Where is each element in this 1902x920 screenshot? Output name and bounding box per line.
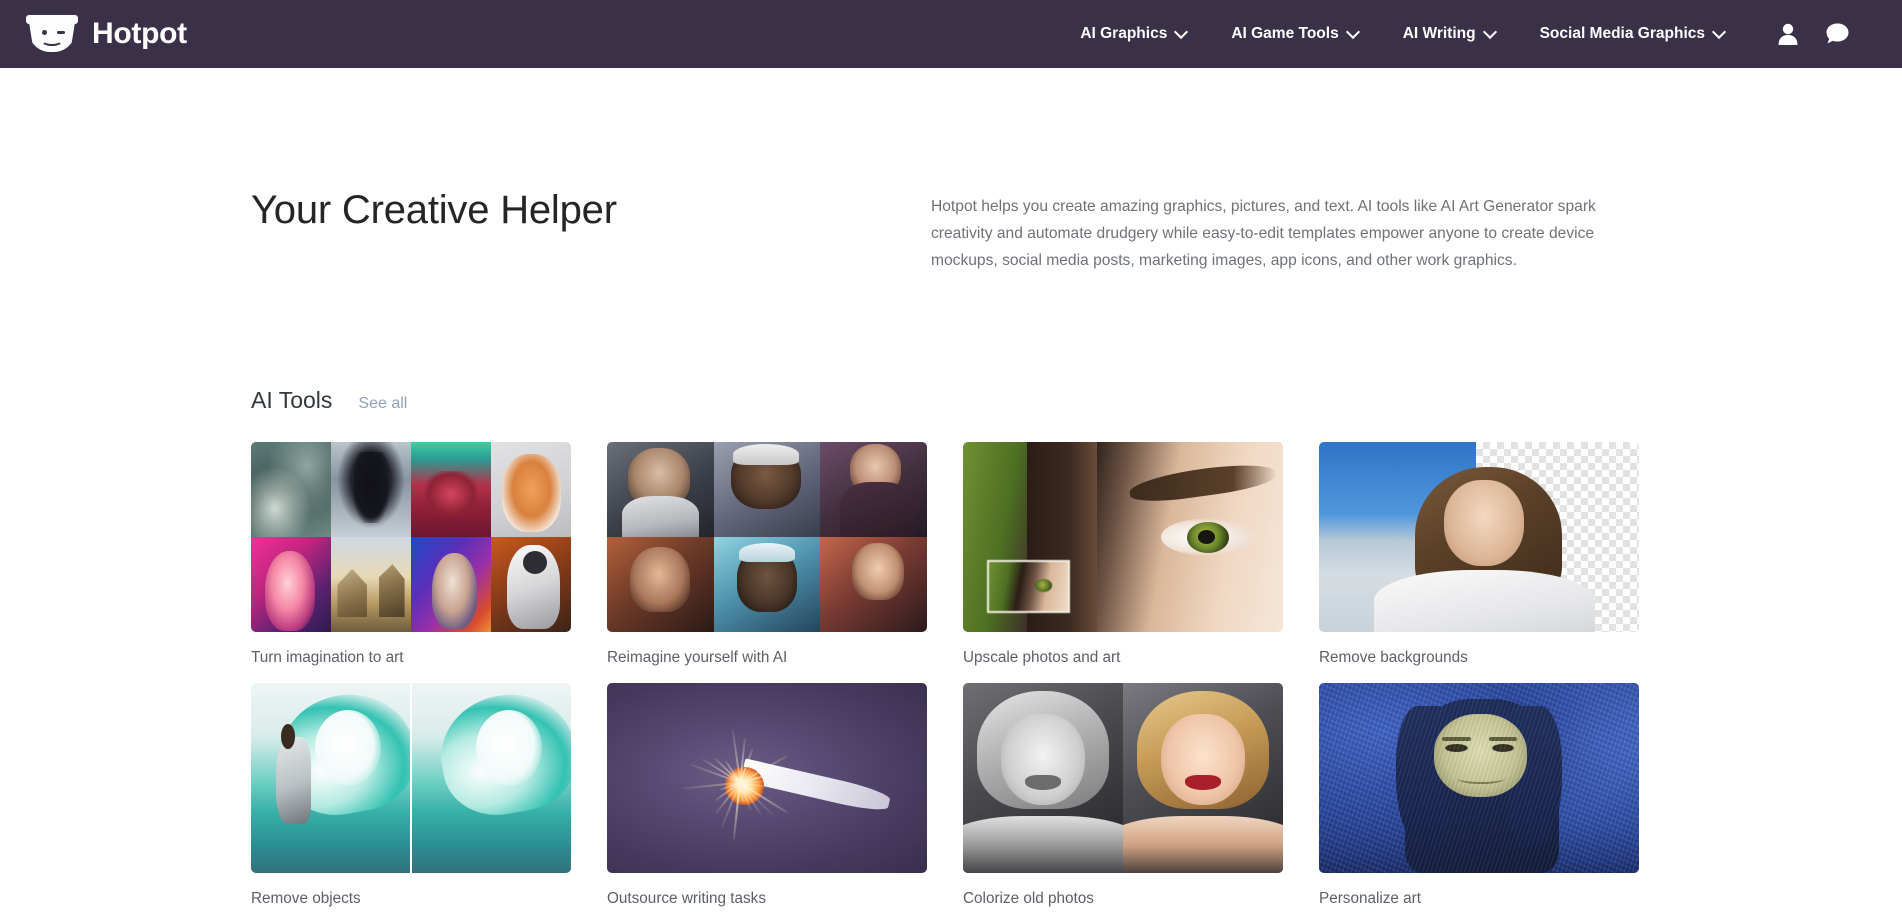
page-content: Your Creative Helper Hotpot helps you cr…: [0, 68, 1902, 908]
sparkling-pen-thumbnail: [607, 683, 927, 873]
ai-art-mosaic-thumbnail: [251, 442, 571, 632]
tool-card-colorize-old-photos[interactable]: Colorize old photos: [963, 683, 1283, 908]
background-remover-thumbnail: [1319, 442, 1639, 632]
tool-card-upscale-photos-and-art[interactable]: Upscale photos and art: [963, 442, 1283, 667]
main-navigation: AI Graphics AI Game Tools AI Writing Soc…: [1058, 15, 1850, 53]
nav-label: AI Game Tools: [1231, 25, 1338, 43]
brand-name: Hotpot: [92, 17, 187, 51]
header-icon-group: [1777, 22, 1850, 46]
upscale-before-inset: [987, 560, 1070, 613]
section-title: AI Tools: [251, 387, 332, 414]
nav-item-ai-graphics[interactable]: AI Graphics: [1058, 15, 1209, 53]
object-remover-surfer-thumbnail: [251, 683, 571, 873]
chevron-down-icon: [1714, 27, 1725, 38]
see-all-link[interactable]: See all: [358, 395, 407, 413]
tool-card-remove-objects[interactable]: Remove objects: [251, 683, 571, 908]
tool-card-personalize-art[interactable]: Personalize art: [1319, 683, 1639, 908]
chevron-down-icon: [1348, 27, 1359, 38]
upscale-eye-thumbnail: [963, 442, 1283, 632]
colorize-before-after-thumbnail: [963, 683, 1283, 873]
tools-grid: Turn imagination to art Reimagine yourse…: [251, 442, 1902, 908]
ai-tools-section: AI Tools See all Turn imagination to art: [0, 387, 1902, 908]
tool-card-turn-imagination-to-art[interactable]: Turn imagination to art: [251, 442, 571, 667]
site-header: Hotpot AI Graphics AI Game Tools AI Writ…: [0, 0, 1902, 68]
starry-night-mona-lisa-thumbnail: [1319, 683, 1639, 873]
brand-logo-link[interactable]: Hotpot: [26, 14, 187, 54]
nav-label: Social Media Graphics: [1540, 25, 1705, 43]
hotpot-face-icon: [26, 14, 78, 54]
user-avatar-icon[interactable]: [1777, 22, 1799, 46]
tool-card-remove-backgrounds[interactable]: Remove backgrounds: [1319, 442, 1639, 667]
tool-card-label: Remove backgrounds: [1319, 649, 1639, 667]
chat-bubble-icon[interactable]: [1825, 22, 1850, 46]
tool-card-outsource-writing-tasks[interactable]: Outsource writing tasks: [607, 683, 927, 908]
tool-card-label: Colorize old photos: [963, 890, 1283, 908]
tool-card-label: Turn imagination to art: [251, 649, 571, 667]
tool-card-label: Outsource writing tasks: [607, 890, 927, 908]
ai-portraits-thumbnail: [607, 442, 927, 632]
chevron-down-icon: [1485, 27, 1496, 38]
section-header: AI Tools See all: [251, 387, 1902, 414]
nav-item-ai-game-tools[interactable]: AI Game Tools: [1209, 15, 1380, 53]
nav-item-ai-writing[interactable]: AI Writing: [1381, 15, 1518, 53]
nav-item-social-media-graphics[interactable]: Social Media Graphics: [1518, 15, 1747, 53]
tool-card-label: Personalize art: [1319, 890, 1639, 908]
page-title: Your Creative Helper: [251, 186, 731, 274]
nav-label: AI Writing: [1403, 25, 1476, 43]
tool-card-label: Remove objects: [251, 890, 571, 908]
tool-card-label: Reimagine yourself with AI: [607, 649, 927, 667]
hero-description: Hotpot helps you create amazing graphics…: [931, 194, 1631, 274]
hero-section: Your Creative Helper Hotpot helps you cr…: [0, 68, 1902, 274]
tool-card-reimagine-yourself-with-ai[interactable]: Reimagine yourself with AI: [607, 442, 927, 667]
nav-label: AI Graphics: [1080, 25, 1167, 43]
chevron-down-icon: [1176, 27, 1187, 38]
tool-card-label: Upscale photos and art: [963, 649, 1283, 667]
